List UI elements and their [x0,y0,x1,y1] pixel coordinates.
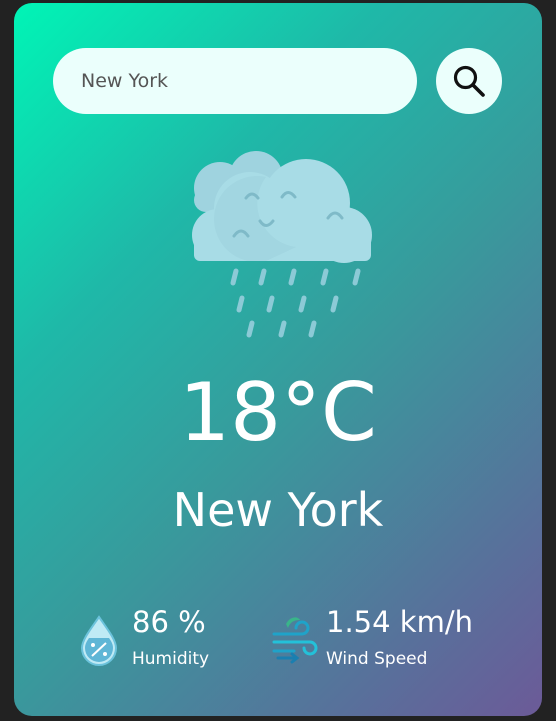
search-icon [453,65,485,97]
search-button[interactable] [436,48,502,114]
humidity-label: Humidity [132,649,210,669]
wind-speed-label: Wind Speed [326,649,428,669]
search-input[interactable] [53,48,417,114]
rain-cloud-icon [178,143,378,348]
search-bar [53,48,503,116]
humidity-drop-icon [78,614,120,666]
temperature: 18°C [179,366,377,459]
wind-detail: 1.54 km/h Wind Speed [272,600,512,680]
humidity-detail: 86 % Humidity [78,600,248,680]
humidity-value: 86 % [132,605,206,639]
weather-card: 18°C New York 86 % Humidity [14,3,542,716]
wind-icon [272,614,318,666]
city-name: New York [172,483,384,537]
wind-speed-value: 1.54 km/h [326,605,473,639]
